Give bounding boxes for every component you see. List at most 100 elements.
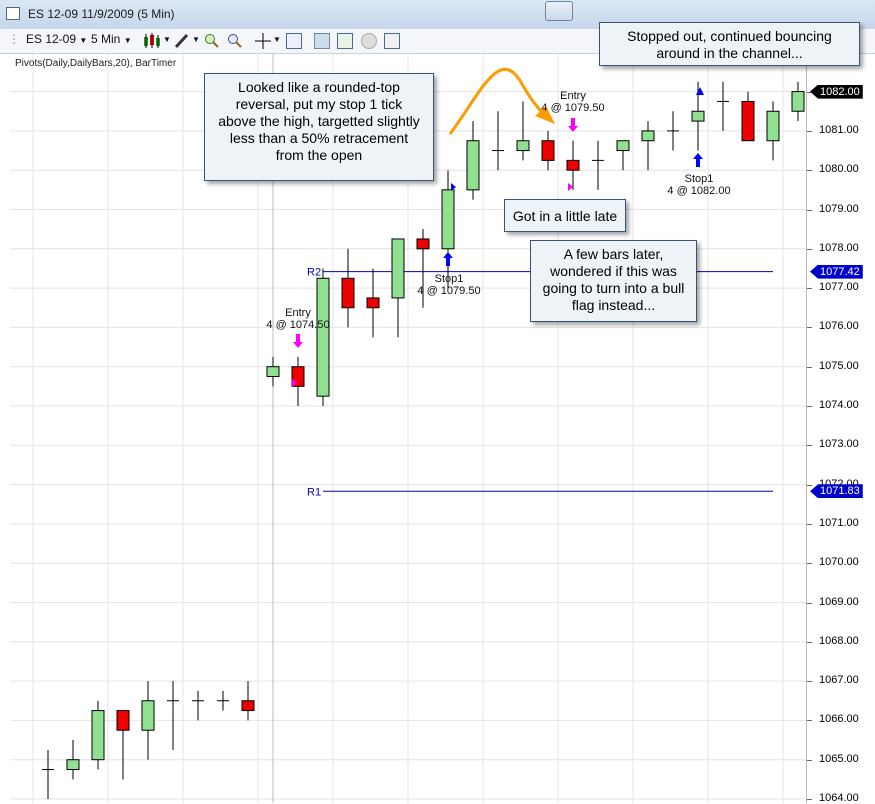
annotation-line: Stop1 bbox=[684, 173, 714, 185]
price-tick-label: 1079.00 bbox=[819, 202, 859, 215]
candle-body bbox=[66, 759, 80, 771]
price-tick-mark bbox=[807, 209, 812, 211]
chevron-down-icon[interactable]: ▼ bbox=[192, 35, 200, 44]
instrument-label: ES 12-09 bbox=[26, 32, 77, 46]
price-tick-mark bbox=[807, 641, 812, 643]
price-tick-label: 1080.00 bbox=[819, 163, 859, 176]
minimize-button[interactable] bbox=[545, 1, 573, 21]
callout-late: Got in a little late bbox=[504, 199, 626, 232]
candle-body bbox=[316, 277, 330, 397]
candle-body bbox=[766, 110, 780, 142]
price-tick-mark bbox=[807, 720, 812, 722]
entry-arrow-icon bbox=[568, 118, 578, 132]
callout-bullflag: A few bars later, wondered if this was g… bbox=[530, 240, 697, 322]
callout-line: wondered if this was bbox=[550, 263, 677, 279]
price-tick-mark bbox=[807, 130, 812, 132]
price-tick-mark bbox=[807, 366, 812, 368]
zoom-in-icon[interactable] bbox=[204, 33, 220, 49]
entry-annotation: Entry 4 @ 1079.50 bbox=[537, 90, 609, 114]
price-tick-label: 1081.00 bbox=[819, 123, 859, 136]
price-tick-mark bbox=[807, 759, 812, 761]
price-tick-label: 1075.00 bbox=[819, 359, 859, 372]
candle-body bbox=[791, 91, 805, 112]
candle-body bbox=[516, 140, 530, 152]
instrument-selector[interactable]: ES 12-09 ▼ bbox=[26, 32, 87, 46]
strategy-icon[interactable] bbox=[314, 33, 330, 49]
price-tick-label: 1074.00 bbox=[819, 399, 859, 411]
callout-line: from the open bbox=[275, 147, 363, 163]
data-box-icon[interactable] bbox=[384, 33, 400, 49]
callout-line: Stopped out, continued bouncing bbox=[627, 28, 832, 44]
candle-body bbox=[91, 710, 105, 761]
candle-body bbox=[416, 238, 430, 250]
price-axis: 1082.00 1081.00 1080.00 1079.00 1078.00 1077.… bbox=[806, 54, 875, 804]
candle-body bbox=[441, 189, 455, 250]
callout-line: less than a 50% retracement bbox=[229, 130, 409, 146]
price-tick-label: 1076.00 bbox=[819, 320, 859, 333]
chevron-down-icon: ▼ bbox=[79, 36, 88, 45]
candle-body bbox=[541, 140, 555, 161]
price-tick-label: 1077.00 bbox=[819, 281, 859, 294]
toolbar-grip: ⋮ bbox=[8, 32, 20, 46]
execution-marker bbox=[568, 183, 573, 191]
candle-body bbox=[616, 140, 630, 152]
indicator-label: Pivots(Daily,DailyBars,20), BarTimer bbox=[15, 58, 177, 69]
crosshair-icon[interactable] bbox=[255, 33, 271, 49]
price-tick-label: 1064.00 bbox=[819, 792, 859, 804]
price-tick-mark bbox=[807, 288, 812, 290]
price-tick-label: 1078.00 bbox=[819, 241, 859, 254]
candle-body bbox=[266, 366, 280, 378]
annotation-line: 4 @ 1079.50 bbox=[417, 285, 481, 297]
callout-line: Got in a little late bbox=[512, 208, 618, 224]
stop-arrow-icon bbox=[443, 252, 453, 266]
callout-line: above the high, targetted slightly bbox=[218, 113, 420, 129]
zoom-out-icon[interactable] bbox=[227, 33, 243, 49]
interval-selector[interactable]: 5 Min ▼ bbox=[91, 32, 132, 46]
chart-app-icon bbox=[6, 7, 20, 20]
price-tick-mark bbox=[807, 799, 812, 800]
entry-annotation: Entry 4 @ 1074.50 bbox=[262, 307, 334, 331]
callout-line: A few bars later, bbox=[563, 246, 664, 262]
candle-body bbox=[641, 130, 655, 142]
entry-arrow-icon bbox=[293, 334, 303, 348]
pivot-flag-r1: 1071.83 bbox=[810, 484, 863, 499]
candle-body bbox=[466, 140, 480, 191]
price-tick-label: 1068.00 bbox=[819, 634, 859, 647]
curve-arrow-icon bbox=[448, 67, 544, 135]
callout-line: reversal, put my stop 1 tick bbox=[235, 96, 403, 112]
chevron-down-icon: ▼ bbox=[123, 36, 132, 45]
window-title: ES 12-09 11/9/2009 (5 Min) bbox=[28, 7, 175, 21]
chevron-down-icon[interactable]: ▼ bbox=[163, 35, 171, 44]
last-price-flag: 1082.00 bbox=[810, 84, 863, 99]
candle-body bbox=[566, 159, 580, 171]
annotation-line: Stop1 bbox=[434, 273, 464, 285]
price-tick-label: 1069.00 bbox=[819, 595, 859, 608]
annotation-line: Entry bbox=[560, 90, 586, 102]
callout-line: around in the channel... bbox=[656, 45, 803, 61]
stop-annotation: Stop1 4 @ 1079.50 bbox=[413, 273, 485, 297]
price-tick-label: 1070.00 bbox=[819, 556, 859, 569]
price-tick-mark bbox=[807, 445, 812, 447]
callout-line: going to turn into a bull bbox=[542, 280, 685, 296]
chart-trader-icon[interactable] bbox=[337, 33, 353, 49]
callout-line: Looked like a rounded-top bbox=[238, 79, 400, 95]
chevron-down-icon[interactable]: ▼ bbox=[273, 35, 281, 44]
interval-label: 5 Min bbox=[91, 32, 121, 46]
alert-icon[interactable] bbox=[361, 33, 377, 49]
candle-body bbox=[366, 297, 380, 309]
price-tick-label: 1071.00 bbox=[819, 516, 859, 529]
price-tick-mark bbox=[807, 602, 812, 604]
candle-body bbox=[691, 110, 705, 122]
candle-body bbox=[141, 700, 155, 731]
price-tick-mark bbox=[807, 248, 812, 250]
properties-icon[interactable] bbox=[286, 33, 302, 49]
candle-body bbox=[241, 700, 255, 712]
drawing-tool-icon[interactable] bbox=[174, 33, 190, 49]
candle-body bbox=[341, 277, 355, 309]
candle-body bbox=[741, 100, 755, 142]
callout-stopped: Stopped out, continued bouncing around i… bbox=[599, 22, 860, 66]
bar-type-icon[interactable] bbox=[143, 33, 160, 49]
price-tick-label: 1065.00 bbox=[819, 752, 859, 765]
pivot-label-r2: R2 bbox=[307, 267, 321, 279]
price-tick-label: 1067.00 bbox=[819, 674, 859, 687]
